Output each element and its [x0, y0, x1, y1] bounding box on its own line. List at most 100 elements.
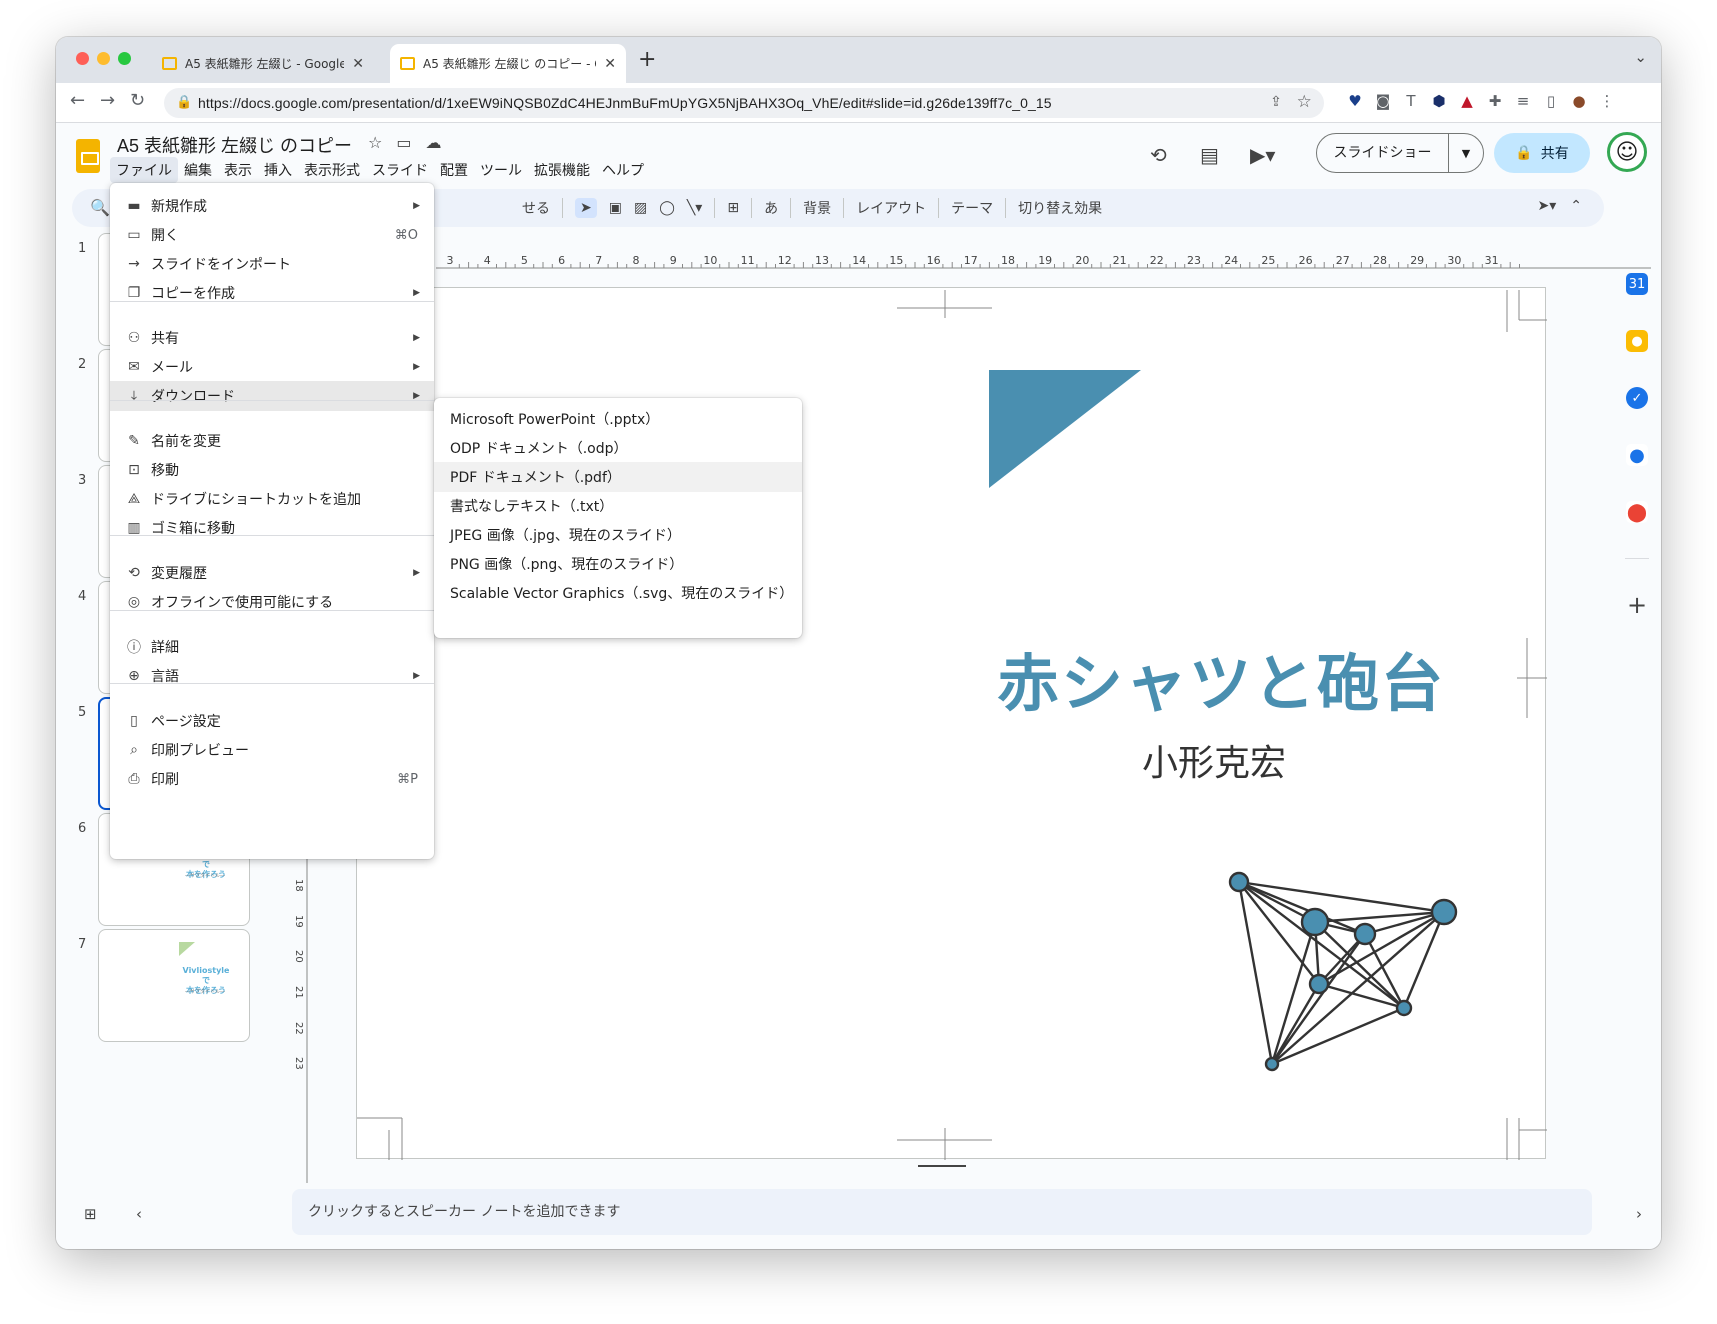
lock-icon[interactable]: 🔒 [176, 94, 192, 110]
menu-edit[interactable]: 編集 [178, 157, 218, 183]
file-menu-item[interactable]: ⤓ ダウンロード ▶ [110, 381, 434, 411]
bookmark-star-icon[interactable]: ☆ [1297, 92, 1312, 112]
cloud-status-icon[interactable]: ☁ [425, 133, 441, 152]
image-tool-icon[interactable]: ▨ [634, 200, 647, 216]
document-title[interactable]: A5 表紙雛形 左綴じ のコピー [117, 132, 352, 158]
file-menu-item[interactable]: ✉ メール ▶ [110, 352, 434, 382]
menu-file[interactable]: ファイル [110, 157, 178, 183]
file-menu-item[interactable]: ❐ コピーを作成 ▶ [110, 278, 434, 308]
calendar-icon[interactable]: 31 [1626, 273, 1648, 295]
file-menu-item[interactable]: ▬ 新規作成 ▶ [110, 191, 434, 221]
file-menu-item[interactable]: ▥ ゴミ箱に移動 [110, 513, 434, 543]
slideshow-button[interactable]: スライドショー [1317, 134, 1449, 172]
menu-tools[interactable]: ツール [474, 157, 528, 183]
file-menu-item[interactable]: ⟲ 変更履歴 ▶ [110, 558, 434, 588]
zoom-window-button[interactable] [118, 52, 131, 65]
slides-logo-icon[interactable] [76, 139, 100, 173]
grid-view-icon[interactable]: ⊞ [84, 1205, 97, 1223]
keep-icon[interactable]: ● [1626, 330, 1648, 352]
comments-icon[interactable]: ▤ [1200, 143, 1219, 167]
tab-search-chevron-icon[interactable]: ⌄ [1634, 48, 1647, 66]
pointer-mode-icon[interactable]: ➤▾ [1538, 198, 1557, 214]
menu-extensions[interactable]: 拡張機能 [528, 157, 596, 183]
close-tab-icon[interactable]: ✕ [352, 56, 364, 72]
new-tab-icon[interactable]: + [638, 47, 656, 72]
maps-icon[interactable]: ⬤ [1626, 501, 1648, 523]
back-icon[interactable]: ← [70, 90, 85, 111]
menu-arrange[interactable]: 配置 [434, 157, 474, 183]
textbox-tool-icon[interactable]: ▣ [609, 200, 622, 216]
zoom-dropdown[interactable]: せる [522, 198, 550, 218]
menu-insert[interactable]: 挿入 [258, 157, 298, 183]
version-history-icon[interactable]: ⟲ [1150, 143, 1167, 167]
line-tool-icon[interactable]: ╲▾ [687, 200, 702, 216]
side-panel-icon[interactable]: ▯ [1542, 92, 1560, 110]
extension-t-icon[interactable]: T [1402, 92, 1420, 110]
share-page-icon[interactable]: ⇪ [1270, 93, 1282, 110]
file-menu-item[interactable]: ⚇ 共有 ▶ [110, 323, 434, 353]
file-menu-item[interactable]: ⎙ 印刷 ⌘P [110, 764, 434, 794]
file-menu-item[interactable]: ▭ 開く ⌘O [110, 220, 434, 250]
collapse-filmstrip-icon[interactable]: ‹ [136, 1205, 142, 1223]
file-menu-item[interactable]: ◎ オフラインで使用可能にする [110, 587, 434, 617]
file-menu-item[interactable]: ⟁ ドライブにショートカットを追加 [110, 484, 434, 514]
add-app-icon[interactable]: + [1626, 591, 1648, 619]
extension-heart-icon[interactable]: ♥ [1346, 92, 1364, 110]
collapse-toolbar-icon[interactable]: ⌃ [1570, 198, 1582, 214]
select-tool-icon[interactable]: ➤ [575, 198, 597, 218]
download-format-item[interactable]: 書式なしテキスト（.txt） [434, 491, 802, 521]
file-menu-item[interactable]: ⓘ 詳細 [110, 632, 434, 662]
browser-tab[interactable]: A5 表紙雛形 左綴じ - Google ス ✕ [152, 44, 374, 83]
forward-icon[interactable]: → [100, 90, 115, 111]
notes-resize-handle[interactable] [918, 1165, 966, 1167]
file-menu-item[interactable]: ▯ ページ設定 [110, 706, 434, 736]
theme-button[interactable]: テーマ [951, 198, 993, 218]
profile-avatar-icon[interactable]: ● [1570, 92, 1588, 110]
contacts-icon[interactable]: ● [1626, 444, 1648, 466]
star-icon[interactable]: ☆ [368, 133, 382, 152]
expand-side-panel-icon[interactable]: › [1636, 1205, 1642, 1223]
extensions-puzzle-icon[interactable]: ✚ [1486, 92, 1504, 110]
tasks-icon[interactable]: ✓ [1626, 387, 1648, 409]
menu-help[interactable]: ヘルプ [596, 157, 650, 183]
download-format-item[interactable]: Scalable Vector Graphics（.svg、現在のスライド） [434, 578, 802, 608]
comment-add-icon[interactable]: ⊞ [727, 200, 739, 216]
url-field[interactable]: 🔒 https://docs.google.com/presentation/d… [164, 88, 1324, 118]
browser-menu-icon[interactable]: ⋮ [1598, 92, 1616, 110]
file-menu-item[interactable]: → スライドをインポート [110, 249, 434, 279]
minimize-window-button[interactable] [97, 52, 110, 65]
reading-list-icon[interactable]: ≡ [1514, 92, 1532, 110]
slide-thumbnail[interactable]: Vivliostyleで本を作ろう ―サブタイトル― [98, 929, 250, 1042]
slide-author[interactable]: 小形克宏 [1142, 734, 1286, 786]
speaker-notes[interactable]: クリックするとスピーカー ノートを追加できます [292, 1189, 1592, 1235]
shape-tool-icon[interactable]: ◯ [659, 200, 675, 216]
file-menu-item[interactable]: ⌕ 印刷プレビュー [110, 735, 434, 765]
download-format-item[interactable]: ODP ドキュメント（.odp） [434, 433, 802, 463]
download-format-item[interactable]: PDF ドキュメント（.pdf） [434, 462, 802, 492]
download-format-item[interactable]: Microsoft PowerPoint（.pptx） [434, 404, 802, 434]
download-format-item[interactable]: PNG 画像（.png、現在のスライド） [434, 549, 802, 579]
layout-button[interactable]: レイアウト [856, 198, 926, 218]
account-avatar[interactable]: ☺ [1607, 132, 1647, 172]
menu-format[interactable]: 表示形式 [298, 157, 366, 183]
close-window-button[interactable] [76, 52, 89, 65]
menu-slide[interactable]: スライド [366, 157, 434, 183]
move-icon[interactable]: ▭ [396, 133, 411, 152]
slide-title[interactable]: 赤シャツと砲台 [997, 633, 1445, 723]
extension-camera-icon[interactable]: ◙ [1374, 92, 1392, 110]
extension-pdf-icon[interactable]: ▲ [1458, 92, 1476, 110]
close-tab-icon[interactable]: ✕ [604, 56, 616, 72]
menu-view[interactable]: 表示 [218, 157, 258, 183]
url-text[interactable]: https://docs.google.com/presentation/d/1… [198, 95, 1052, 111]
background-button[interactable]: 背景 [803, 198, 831, 218]
transition-button[interactable]: 切り替え効果 [1018, 198, 1102, 218]
share-button[interactable]: 🔒 共有 [1494, 133, 1590, 173]
search-menus-icon[interactable]: 🔍 [90, 198, 110, 217]
reload-icon[interactable]: ↻ [130, 90, 145, 111]
file-menu-item[interactable]: ✎ 名前を変更 [110, 426, 434, 456]
browser-tab-active[interactable]: A5 表紙雛形 左綴じ のコピー - G ✕ [390, 44, 626, 83]
download-format-item[interactable]: JPEG 画像（.jpg、現在のスライド） [434, 520, 802, 550]
file-menu-item[interactable]: ⊕ 言語 ▶ [110, 661, 434, 691]
file-menu-item[interactable]: ⊡ 移動 [110, 455, 434, 485]
text-style-button[interactable]: あ [764, 198, 778, 218]
